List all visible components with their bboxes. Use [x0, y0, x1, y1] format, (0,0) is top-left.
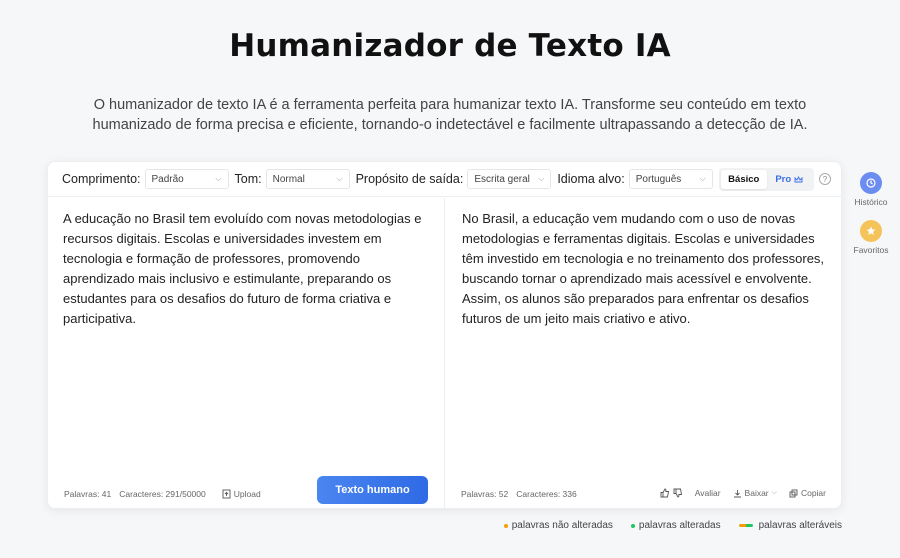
copy-label: Copiar [800, 488, 826, 498]
chevron-down-icon: ⌵ [699, 174, 706, 183]
unchanged-dot-icon [503, 523, 508, 528]
length-label: Comprimento: [62, 172, 141, 186]
input-text[interactable]: A educação no Brasil tem evoluído com no… [63, 209, 430, 329]
mode-basic-button[interactable]: Básico [721, 170, 767, 189]
output-pane: No Brasil, a educação vem mudando com o … [445, 198, 842, 509]
language-value: Português [635, 173, 682, 185]
upload-button[interactable]: Upload [222, 489, 269, 499]
rate-button[interactable]: Avaliar [695, 488, 721, 498]
input-char-count: Caracteres: 291/50000 [119, 489, 206, 499]
history-label: Histórico [854, 197, 888, 207]
mode-toggle: Básico Pro [719, 168, 814, 191]
history-icon [860, 172, 882, 194]
legend-unchanged-label: palavras não alteradas [511, 520, 613, 531]
length-value: Padrão [151, 173, 184, 185]
changed-dot-icon [630, 523, 635, 528]
chevron-down-icon: ⌵ [538, 174, 545, 183]
changeable-bar-icon [738, 524, 753, 527]
thumbs-down-icon[interactable] [673, 488, 683, 498]
tone-label: Tom: [234, 172, 262, 186]
download-button[interactable]: Baixar ⌵ [733, 488, 777, 498]
humanizer-card: Comprimento: Padrão ⌵ Tom: Normal ⌵ Prop… [47, 161, 842, 509]
favorites-button[interactable]: Favoritos [852, 220, 890, 255]
legend-changed: palavras alteradas [630, 520, 721, 531]
star-icon [860, 220, 882, 242]
options-toolbar: Comprimento: Padrão ⌵ Tom: Normal ⌵ Prop… [48, 162, 841, 197]
chevron-down-icon: ⌵ [215, 174, 222, 183]
copy-button[interactable]: Copiar [789, 488, 826, 498]
output-actions: Avaliar Baixar ⌵ Copiar [660, 488, 826, 498]
legend-unchanged: palavras não alteradas [503, 520, 613, 531]
legend-changed-label: palavras alteradas [638, 520, 721, 531]
output-text: No Brasil, a educação vem mudando com o … [462, 211, 825, 326]
purpose-value: Escrita geral [474, 173, 530, 185]
rate-label: Avaliar [694, 488, 721, 498]
legend-changeable: palavras alteráveis [738, 520, 842, 531]
tone-select[interactable]: Normal ⌵ [265, 169, 350, 189]
input-pane[interactable]: A educação no Brasil tem evoluído com no… [48, 198, 445, 509]
page-subtitle: O humanizador de texto IA é a ferramenta… [92, 97, 808, 133]
chevron-down-icon: ⌵ [771, 489, 777, 496]
copy-icon [789, 489, 798, 497]
legend: palavras não alteradas palavras alterada… [486, 520, 842, 531]
favorites-label: Favoritos [853, 245, 889, 255]
purpose-select[interactable]: Escrita geral ⌵ [467, 169, 552, 189]
mode-pro-label: Pro [775, 174, 792, 185]
output-char-count: Caracteres: 336 [516, 489, 577, 499]
download-label: Baixar [744, 488, 769, 498]
history-button[interactable]: Histórico [852, 172, 890, 207]
chevron-down-icon: ⌵ [336, 174, 343, 183]
language-select[interactable]: Português ⌵ [628, 169, 713, 189]
thumbs-up-icon[interactable] [660, 488, 670, 498]
download-icon [733, 489, 741, 497]
tone-value: Normal [272, 173, 305, 185]
purpose-label: Propósito de saída: [355, 172, 464, 186]
language-label: Idioma alvo: [557, 172, 625, 186]
help-icon[interactable]: ? [819, 173, 831, 185]
upload-label: Upload [233, 489, 261, 499]
page-title: Humanizador de Texto IA [229, 28, 671, 64]
upload-icon [222, 489, 231, 499]
input-word-count: Palavras: 41 [64, 489, 112, 499]
humanize-button[interactable]: Texto humano [317, 476, 428, 504]
mode-pro-button[interactable]: Pro [767, 170, 813, 189]
legend-changeable-label: palavras alteráveis [758, 520, 842, 531]
length-select[interactable]: Padrão ⌵ [144, 169, 229, 189]
crown-icon [794, 175, 803, 182]
output-word-count: Palavras: 52 [461, 489, 509, 499]
